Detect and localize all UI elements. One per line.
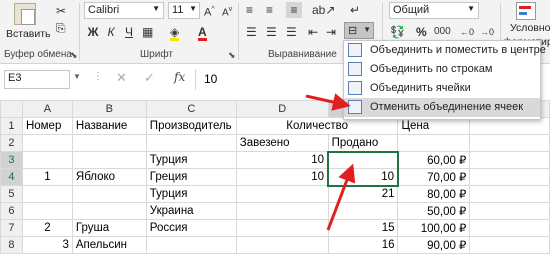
arrow-to-selected-cell	[326, 163, 356, 231]
annotation-arrows	[305, 93, 356, 231]
arrow-to-menu-item	[305, 93, 351, 111]
